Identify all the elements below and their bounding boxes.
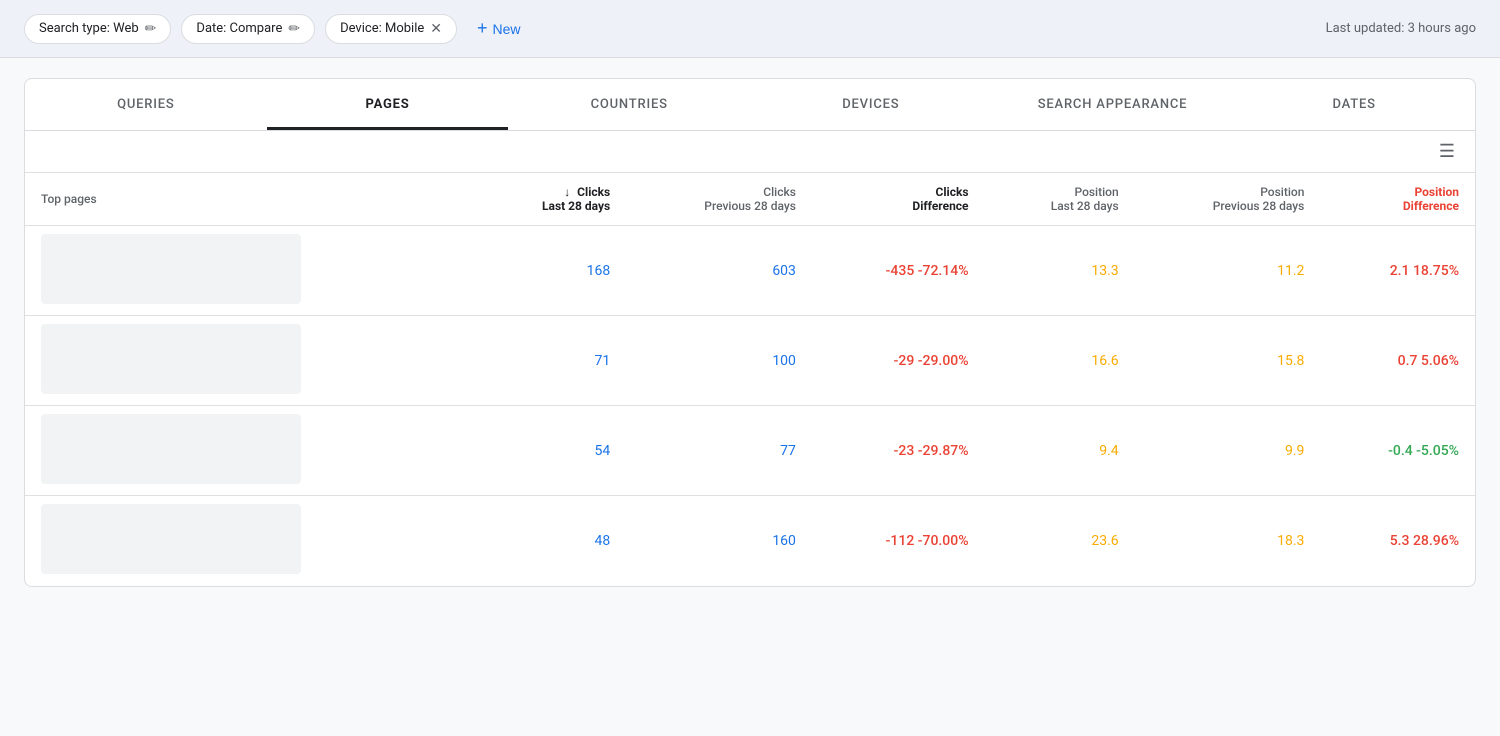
pos-prev-cell: 18.3	[1135, 496, 1321, 586]
edit-icon[interactable]: ✏	[288, 21, 300, 37]
pos-prev-cell: 15.8	[1135, 316, 1321, 406]
col-header-clicks-last[interactable]: ↓ Clicks Last 28 days	[476, 173, 626, 226]
clicks-prev-value: 77	[780, 443, 796, 459]
filter-icon[interactable]: ☰	[1439, 141, 1455, 162]
pos-prev-cell: 11.2	[1135, 226, 1321, 316]
pos-prev-cell: 9.9	[1135, 406, 1321, 496]
pos-last-value: 13.3	[1091, 263, 1118, 279]
tab-dates[interactable]: DATES	[1233, 79, 1475, 130]
pos-last-value: 9.4	[1099, 443, 1118, 459]
page-url-block	[41, 414, 301, 484]
clicks-last-value: 168	[587, 263, 611, 279]
clicks-last-value: 54	[594, 443, 610, 459]
page-url-block	[41, 324, 301, 394]
table-row: 71 100 -29 -29.00% 16.6 15.8 0.7 5.06%	[25, 316, 1475, 406]
pos-last-cell: 23.6	[985, 496, 1135, 586]
page-url-cell	[25, 496, 476, 586]
col-header-pos-diff: Position Difference	[1320, 173, 1475, 226]
close-icon[interactable]: ✕	[430, 21, 442, 37]
data-table: Top pages ↓ Clicks Last 28 days	[25, 173, 1475, 586]
page-url-cell	[25, 406, 476, 496]
new-button[interactable]: + New	[467, 12, 531, 45]
clicks-prev-value: 160	[772, 533, 796, 549]
tab-pages[interactable]: PAGES	[267, 79, 509, 130]
clicks-diff-value: -112 -70.00%	[886, 533, 969, 549]
pos-diff-value: 2.1 18.75%	[1390, 263, 1459, 279]
pos-diff-cell: 5.3 28.96%	[1320, 496, 1475, 586]
clicks-prev-cell: 100	[626, 316, 812, 406]
pos-last-cell: 13.3	[985, 226, 1135, 316]
pos-last-value: 23.6	[1091, 533, 1118, 549]
device-filter[interactable]: Device: Mobile ✕	[325, 14, 457, 44]
new-button-label: New	[493, 21, 521, 37]
clicks-last-cell: 168	[476, 226, 626, 316]
search-type-label: Search type: Web	[39, 21, 139, 36]
page-url-block	[41, 504, 301, 574]
date-label: Date: Compare	[196, 21, 282, 36]
filter-row: ☰	[25, 131, 1475, 173]
clicks-prev-cell: 160	[626, 496, 812, 586]
pos-diff-cell: -0.4 -5.05%	[1320, 406, 1475, 496]
table-row: 48 160 -112 -70.00% 23.6 18.3 5.3 28.96%	[25, 496, 1475, 586]
pos-diff-value: -0.4 -5.05%	[1388, 443, 1459, 459]
pos-diff-cell: 2.1 18.75%	[1320, 226, 1475, 316]
col-header-pages: Top pages	[25, 173, 476, 226]
pos-last-cell: 16.6	[985, 316, 1135, 406]
pos-last-cell: 9.4	[985, 406, 1135, 496]
pos-prev-value: 15.8	[1277, 353, 1304, 369]
clicks-diff-value: -29 -29.00%	[894, 353, 969, 369]
clicks-prev-cell: 603	[626, 226, 812, 316]
table-header-row: Top pages ↓ Clicks Last 28 days	[25, 173, 1475, 226]
pos-prev-value: 18.3	[1277, 533, 1304, 549]
sort-down-icon: ↓	[564, 185, 570, 199]
col-header-pos-last: Position Last 28 days	[985, 173, 1135, 226]
clicks-diff-cell: -29 -29.00%	[812, 316, 985, 406]
page-url-cell	[25, 316, 476, 406]
clicks-diff-value: -23 -29.87%	[894, 443, 969, 459]
tab-countries[interactable]: COUNTRIES	[508, 79, 750, 130]
clicks-last-cell: 54	[476, 406, 626, 496]
table-row: 54 77 -23 -29.87% 9.4 9.9 -0.4 -5.05%	[25, 406, 1475, 496]
table-container: Top pages ↓ Clicks Last 28 days	[25, 173, 1475, 586]
plus-icon: +	[477, 18, 488, 39]
main-card: QUERIES PAGES COUNTRIES DEVICES SEARCH A…	[24, 78, 1476, 587]
pos-last-value: 16.6	[1091, 353, 1118, 369]
col-header-clicks-diff: Clicks Difference	[812, 173, 985, 226]
date-filter[interactable]: Date: Compare ✏	[181, 14, 315, 44]
table-row: 168 603 -435 -72.14% 13.3 11.2 2.1 18.75%	[25, 226, 1475, 316]
clicks-diff-cell: -112 -70.00%	[812, 496, 985, 586]
page-url-block	[41, 234, 301, 304]
pos-diff-cell: 0.7 5.06%	[1320, 316, 1475, 406]
col-header-clicks-prev: Clicks Previous 28 days	[626, 173, 812, 226]
tab-devices[interactable]: DEVICES	[750, 79, 992, 130]
clicks-last-cell: 48	[476, 496, 626, 586]
pos-prev-value: 9.9	[1285, 443, 1304, 459]
clicks-prev-value: 603	[772, 263, 796, 279]
search-type-filter[interactable]: Search type: Web ✏	[24, 14, 171, 44]
pos-prev-value: 11.2	[1277, 263, 1304, 279]
top-bar: Search type: Web ✏ Date: Compare ✏ Devic…	[0, 0, 1500, 58]
clicks-prev-cell: 77	[626, 406, 812, 496]
clicks-last-cell: 71	[476, 316, 626, 406]
clicks-diff-value: -435 -72.14%	[886, 263, 969, 279]
pos-diff-value: 5.3 28.96%	[1390, 533, 1459, 549]
col-header-pos-prev: Position Previous 28 days	[1135, 173, 1321, 226]
clicks-diff-cell: -23 -29.87%	[812, 406, 985, 496]
clicks-last-value: 48	[594, 533, 610, 549]
clicks-prev-value: 100	[772, 353, 796, 369]
clicks-last-value: 71	[594, 353, 610, 369]
clicks-diff-cell: -435 -72.14%	[812, 226, 985, 316]
tab-queries[interactable]: QUERIES	[25, 79, 267, 130]
last-updated: Last updated: 3 hours ago	[1326, 21, 1476, 36]
edit-icon[interactable]: ✏	[145, 21, 157, 37]
pos-diff-value: 0.7 5.06%	[1398, 353, 1459, 369]
device-label: Device: Mobile	[340, 21, 424, 36]
tab-search-appearance[interactable]: SEARCH APPEARANCE	[992, 79, 1234, 130]
page-url-cell	[25, 226, 476, 316]
tabs-row: QUERIES PAGES COUNTRIES DEVICES SEARCH A…	[25, 79, 1475, 131]
